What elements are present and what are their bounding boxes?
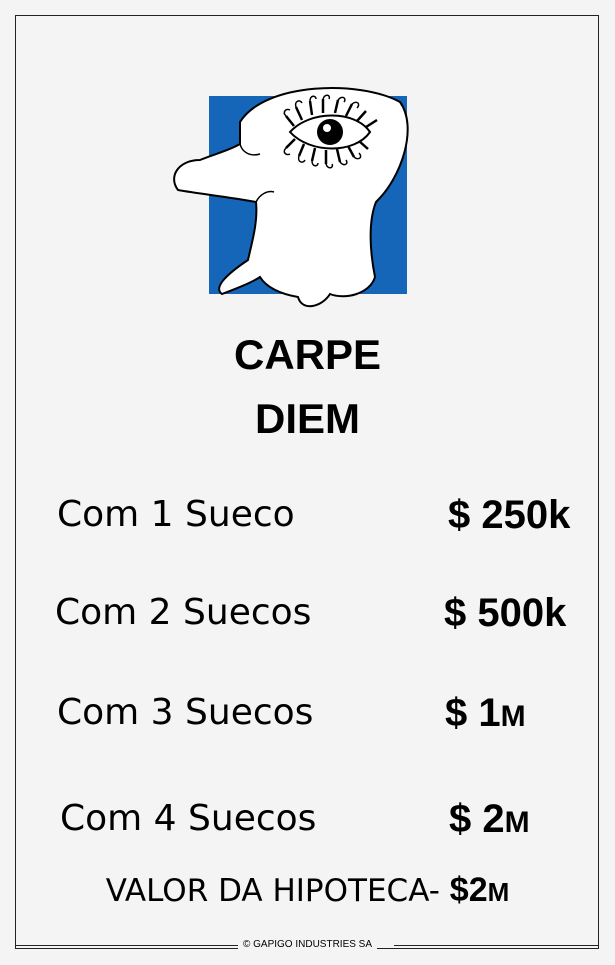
- mortgage-amount: $2M: [449, 871, 510, 909]
- rent-row-3-label: Com 3 Suecos: [57, 692, 314, 733]
- one-eyed-ghost-creature-icon: [173, 87, 409, 308]
- rent-row-2-amount: $ 500k: [444, 591, 567, 635]
- rent-row-2-label: Com 2 Suecos: [55, 592, 312, 633]
- rent-row-4-label: Com 4 Suecos: [60, 798, 317, 839]
- footer-copyright: © GAPIGO INDUSTRIES SA: [0, 939, 615, 950]
- mortgage-value-row: VALOR DA HIPOTECA- $2M: [0, 873, 615, 907]
- rent-row-1-label: Com 1 Sueco: [57, 494, 295, 535]
- card-title-line-1: CARPE: [233, 331, 382, 378]
- card-title-line-2: DIEM: [255, 395, 360, 442]
- rent-row-3-amount: $ 1M: [445, 691, 526, 735]
- rent-row-1-amount: $ 250k: [448, 493, 571, 537]
- rent-row-4-amount: $ 2M: [449, 797, 530, 841]
- footer-copyright-text: © GAPIGO INDUSTRIES SA: [237, 939, 378, 950]
- mortgage-label: VALOR DA HIPOTECA-: [105, 873, 440, 909]
